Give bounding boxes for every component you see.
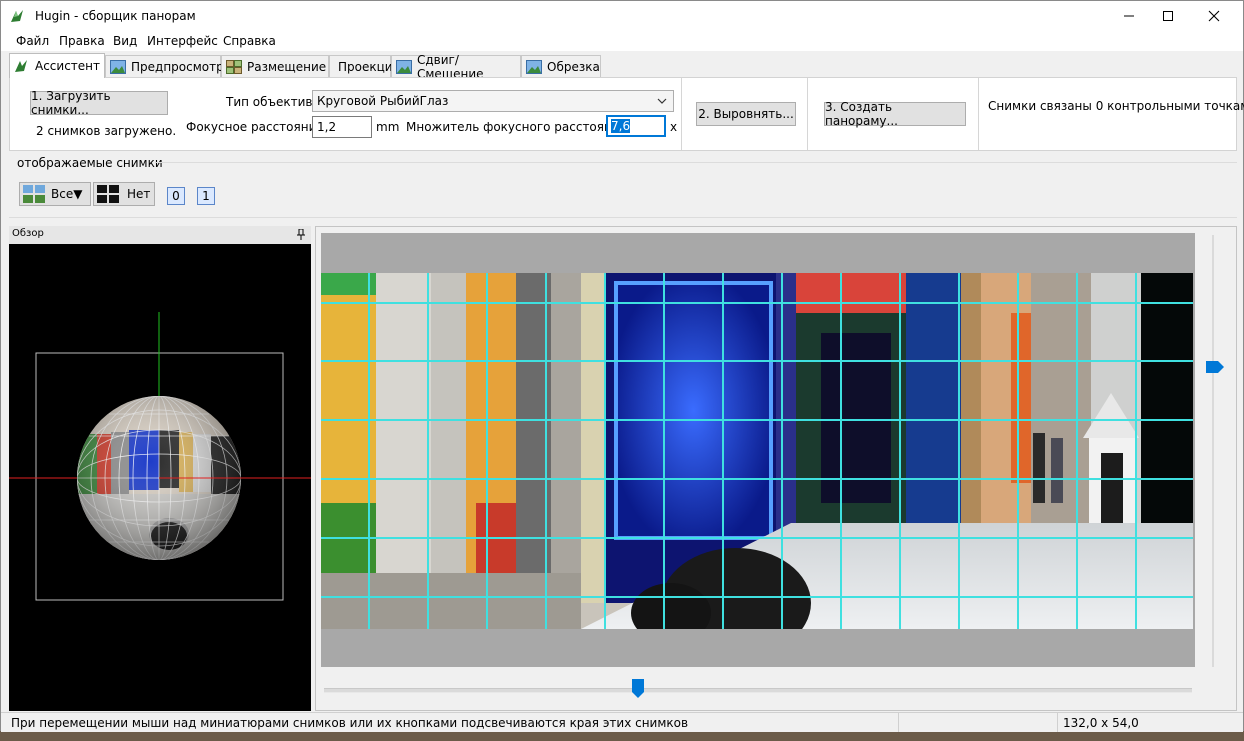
main-window: Hugin - сборщик панорам Файл Правка Вид … xyxy=(0,0,1244,732)
status-divider xyxy=(1057,713,1058,732)
image-toggle-1[interactable]: 1 xyxy=(197,187,215,205)
landscape-icon xyxy=(526,59,542,74)
status-bar: При перемещении мыши над миниатюрами сни… xyxy=(1,712,1243,732)
minimize-icon xyxy=(1124,15,1134,17)
tab-label: Ассистент xyxy=(35,59,101,73)
all-images-icon xyxy=(23,185,45,203)
sphere-view xyxy=(9,312,311,601)
crop-factor-value: 7,6 xyxy=(611,119,631,133)
control-points-status: Снимки связаны 0 контрольными точками. xyxy=(988,99,1244,113)
field-of-view: 132,0 x 54,0 xyxy=(1063,716,1139,730)
tab-label: Размещение xyxy=(247,59,327,74)
overview-panel: Обзор xyxy=(9,226,311,711)
panel-divider xyxy=(807,78,808,150)
overview-title: Обзор xyxy=(12,228,44,239)
panel-divider xyxy=(681,78,682,150)
show-all-label: Все▼ xyxy=(51,187,83,201)
lens-type-label: Тип объектива: xyxy=(226,95,324,109)
vertical-slider-thumb[interactable] xyxy=(1206,361,1224,373)
maximize-icon xyxy=(1163,11,1173,21)
tab-shift[interactable]: Сдвиг/Смещение xyxy=(391,53,521,81)
load-images-button[interactable]: 1. Загрузить снимки... xyxy=(30,89,168,117)
crop-factor-label: Множитель фокусного расстояния: xyxy=(406,120,631,134)
focal-length-label: Фокусное расстояние: xyxy=(186,120,328,134)
layout-icon xyxy=(226,59,242,74)
tab-assistant[interactable]: Ассистент xyxy=(9,53,105,78)
tab-crop[interactable]: Обрезка xyxy=(521,55,601,77)
show-none-label: Нет xyxy=(127,187,151,201)
displayed-images-legend: отображаемые снимки xyxy=(17,156,163,170)
focal-length-unit: mm xyxy=(376,120,400,134)
tab-bar: Ассистент Предпросмотр Размещение Проекц… xyxy=(9,53,1237,81)
hugin-app-icon xyxy=(11,10,23,22)
group-bottom-line xyxy=(9,217,1237,218)
preview-panel xyxy=(315,226,1237,711)
horizontal-slider-thumb[interactable] xyxy=(632,679,644,698)
show-all-button[interactable]: Все▼ xyxy=(19,182,91,206)
menu-edit[interactable]: Правка xyxy=(59,34,105,48)
tab-projection[interactable]: Проекция xyxy=(329,55,400,77)
show-none-button[interactable]: Нет xyxy=(93,182,155,206)
landscape-icon xyxy=(396,59,412,74)
menu-file[interactable]: Файл xyxy=(16,34,49,48)
no-images-icon xyxy=(97,185,119,203)
chevron-down-icon xyxy=(657,98,667,104)
maximize-button[interactable] xyxy=(1145,1,1191,31)
vertical-slider[interactable] xyxy=(1202,235,1224,667)
hugin-icon xyxy=(15,60,27,72)
status-message: При перемещении мыши над миниатюрами сни… xyxy=(11,716,689,730)
image-toggle-0[interactable]: 0 xyxy=(167,187,185,205)
tab-label: Обрезка xyxy=(547,59,600,74)
pin-icon[interactable] xyxy=(297,229,305,240)
menu-view[interactable]: Вид xyxy=(113,34,137,48)
preview-canvas[interactable] xyxy=(321,233,1195,667)
crop-factor-unit: x xyxy=(670,120,678,134)
lens-type-select[interactable]: Круговой РыбийГлаз xyxy=(312,90,674,112)
landscape-icon xyxy=(110,59,126,74)
horizontal-slider-track xyxy=(324,688,1192,693)
horizontal-slider[interactable] xyxy=(324,679,1192,701)
close-button[interactable] xyxy=(1191,1,1237,31)
lens-type-value: Круговой РыбийГлаз xyxy=(317,94,449,108)
title-bar: Hugin - сборщик панорам xyxy=(1,1,1243,31)
vertical-slider-track xyxy=(1212,235,1214,667)
menu-interface[interactable]: Интерфейс xyxy=(147,34,218,48)
focal-length-input[interactable]: 1,2 xyxy=(312,116,372,138)
align-button[interactable]: 2. Выровнять... xyxy=(696,102,796,126)
panorama-image xyxy=(321,273,1193,629)
loaded-status: 2 снимков загружено. xyxy=(36,124,177,138)
tab-label: Предпросмотр xyxy=(131,59,224,74)
window-title: Hugin - сборщик панорам xyxy=(35,9,196,23)
menu-help[interactable]: Справка xyxy=(223,34,276,48)
displayed-images-group: отображаемые снимки Все▼ Нет 0 1 xyxy=(9,153,1237,219)
overview-header: Обзор xyxy=(9,226,311,244)
panel-divider xyxy=(978,78,979,150)
create-panorama-button[interactable]: 3. Создать панораму... xyxy=(824,100,966,128)
status-divider xyxy=(898,713,899,732)
assistant-panel: 1. Загрузить снимки... 2 снимков загруже… xyxy=(9,77,1244,151)
crop-factor-input[interactable]: 7,6 xyxy=(606,115,666,137)
menu-bar: Файл Правка Вид Интерфейс Справка xyxy=(1,31,1243,51)
grid-overlay xyxy=(321,273,1193,629)
close-icon xyxy=(1208,10,1220,22)
tab-layout[interactable]: Размещение xyxy=(221,55,329,77)
overview-canvas[interactable] xyxy=(9,244,311,711)
group-line xyxy=(155,162,1237,163)
tab-preview[interactable]: Предпросмотр xyxy=(105,55,224,77)
